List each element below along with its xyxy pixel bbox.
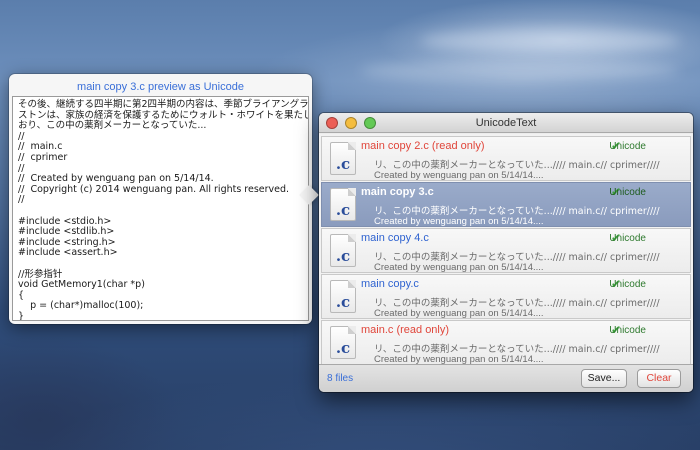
c-source-file-icon: .c [330,234,356,267]
file-extension: .c [335,339,351,357]
code-line: その後、継続する四半期に第2四半期の内容は、季節ブライアングラン [18,99,309,110]
window-title: UnicodeText [475,117,537,129]
code-line: // cprimer [18,151,68,163]
file-count: 8 files [327,373,354,384]
code-line: // Copyright (c) 2014 wenguang pan. All … [18,183,290,195]
file-name: main copy 3.c [361,186,434,198]
c-source-file-icon: .c [330,142,356,175]
encoding-label: Unicode [609,325,646,336]
file-row[interactable]: .c main.c (read only) ✔ Unicode リ、この中の薬剤メーカー… [321,320,691,364]
file-preview-text: リ、この中の薬剤メーカーとなっていた...//// main.c// cprim… [374,160,660,171]
code-line: void GetMemory1(char *p) [18,279,145,291]
wallpaper-cloud-streak [420,30,680,52]
file-extension: .c [335,293,351,311]
page-fold [348,326,356,334]
file-preview-text: リ、この中の薬剤メーカーとなっていた...//// main.c// cprim… [374,344,660,355]
page-fold [348,280,356,288]
title-bar[interactable]: UnicodeText [319,113,693,133]
file-extension: .c [335,247,351,265]
file-list[interactable]: .c main copy 2.c (read only) ✔ Unicode リ、この中… [319,134,693,364]
encoding-label: Unicode [609,187,646,198]
c-source-file-icon: .c [330,326,356,359]
file-row[interactable]: .c main copy 2.c (read only) ✔ Unicode リ、この中… [321,136,691,181]
preview-text-area[interactable]: その後、継続する四半期に第2四半期の内容は、季節ブライアングラン ストンは、家族の… [12,96,309,321]
code-line: } [18,310,25,321]
code-line: #include <assert.h> [18,247,118,259]
file-preview-author: Created by wenguang pan on 5/14/14.... [374,170,544,181]
file-name: main.c (read only) [361,324,450,336]
preview-popover: main copy 3.c preview as Unicode その後、継続す… [9,74,312,324]
code-line: おり、この中の薬剤メーカーとなっていた... [18,120,207,132]
file-name: main copy 2.c (read only) [361,140,485,152]
clear-button[interactable]: Clear [637,369,681,388]
preview-title: main copy 3.c preview as Unicode [77,81,244,93]
unicode-text-window: UnicodeText .c main copy 2.c (read only) ✔… [319,113,693,392]
bottom-bar: 8 files Save... Clear [319,364,693,392]
file-row[interactable]: .c main copy 3.c ✔ Unicode リ、この中の薬剤メーカーとなってい… [321,182,691,227]
file-preview-author: Created by wenguang pan on 5/14/14.... [374,308,544,319]
encoding-label: Unicode [609,233,646,244]
encoding-label: Unicode [609,141,646,152]
file-name: main copy 4.c [361,232,429,244]
file-preview-author: Created by wenguang pan on 5/14/14.... [374,354,544,364]
encoding-label: Unicode [609,279,646,290]
page-fold [348,234,356,242]
wallpaper-cloud-streak [360,60,680,82]
c-source-file-icon: .c [330,188,356,221]
page-fold [348,188,356,196]
code-line: p = (char*)malloc(100); [18,300,144,312]
page-fold [348,142,356,150]
c-source-file-icon: .c [330,280,356,313]
file-preview-author: Created by wenguang pan on 5/14/14.... [374,262,544,273]
file-extension: .c [335,155,351,173]
file-row[interactable]: .c main copy.c ✔ Unicode リ、この中の薬剤メーカーとなっていた.… [321,274,691,319]
code-line: // [18,194,25,206]
file-preview-text: リ、この中の薬剤メーカーとなっていた...//// main.c// cprim… [374,298,660,309]
file-name: main copy.c [361,278,419,290]
file-preview-author: Created by wenguang pan on 5/14/14.... [374,216,544,227]
file-extension: .c [335,201,351,219]
save-button[interactable]: Save... [581,369,627,388]
file-preview-text: リ、この中の薬剤メーカーとなっていた...//// main.c// cprim… [374,252,660,263]
file-preview-text: リ、この中の薬剤メーカーとなっていた...//// main.c// cprim… [374,206,660,217]
file-row[interactable]: .c main copy 4.c ✔ Unicode リ、この中の薬剤メーカーとなってい… [321,228,691,273]
